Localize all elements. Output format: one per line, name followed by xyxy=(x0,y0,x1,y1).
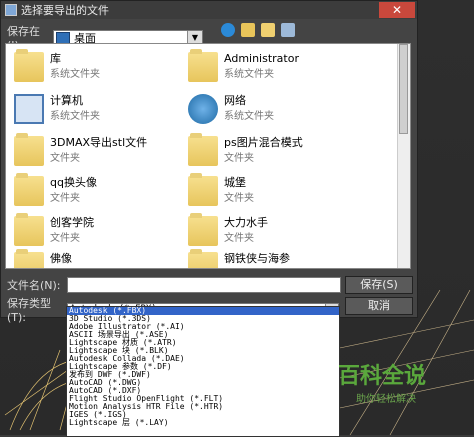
filetype-label: 保存类型(T): xyxy=(7,297,51,324)
list-item[interactable]: 库系统文件夹 xyxy=(14,49,194,84)
list-item[interactable]: 3DMAX导出stl文件 文件夹 xyxy=(14,133,194,168)
item-type: 文件夹 xyxy=(50,233,80,244)
watermark-subtitle: 助你轻松解决 xyxy=(356,394,416,405)
item-name: Administrator xyxy=(224,52,299,65)
item-name: 钢铁侠与海参 xyxy=(224,252,290,265)
save-dialog: 选择要导出的文件 ✕ 保存在(I): 桌面 ▼ 库系统文件夹 Administr… xyxy=(0,0,418,324)
item-type: 系统文件夹 xyxy=(50,111,100,122)
network-icon xyxy=(188,94,218,124)
dialog-toolbar xyxy=(221,23,295,37)
up-folder-icon[interactable] xyxy=(241,23,255,37)
list-item[interactable]: 创客学院 文件夹 xyxy=(14,213,194,248)
item-name: ps图片混合模式 xyxy=(224,136,303,149)
folder-icon xyxy=(188,173,218,206)
watermark-title: 百科全说 xyxy=(338,364,427,389)
filename-row: 文件名(N): xyxy=(7,277,341,293)
item-name: 3DMAX导出stl文件 xyxy=(50,136,148,149)
item-type: 系统文件夹 xyxy=(50,69,100,80)
user-folder-icon xyxy=(188,49,218,82)
item-name: 城堡 xyxy=(224,176,246,189)
folder-icon xyxy=(188,133,218,166)
cancel-button[interactable]: 取消 xyxy=(345,297,413,315)
list-item[interactable]: 网络 系统文件夹 xyxy=(188,94,368,126)
save-button[interactable]: 保存(S) xyxy=(345,276,413,294)
filename-input[interactable] xyxy=(67,277,341,293)
item-type: 系统文件夹 xyxy=(224,69,274,80)
folder-icon xyxy=(188,249,218,268)
item-name: 大力水手 xyxy=(224,216,268,229)
new-folder-icon[interactable] xyxy=(261,23,275,37)
item-type: 系统文件夹 xyxy=(224,111,274,122)
folder-icon xyxy=(14,213,44,246)
app-icon xyxy=(5,4,17,16)
folder-icon xyxy=(14,249,44,268)
back-icon[interactable] xyxy=(221,23,235,37)
list-item[interactable]: 钢铁侠与海参 xyxy=(188,249,368,268)
dialog-titlebar: 选择要导出的文件 xyxy=(1,1,417,19)
watermark: 百科全说 助你轻松解决 xyxy=(338,364,434,405)
item-type: 文件夹 xyxy=(224,193,254,204)
close-button[interactable]: ✕ xyxy=(379,2,415,18)
filetype-options-list[interactable]: Autodesk (*.FBX) 3D Studio (*.3DS) Adobe… xyxy=(66,306,340,437)
item-name: 创客学院 xyxy=(50,216,94,229)
file-list[interactable]: 库系统文件夹 Administrator 系统文件夹 计算机 系统文件夹 网络 系统文… xyxy=(5,43,411,269)
list-item[interactable]: Administrator 系统文件夹 xyxy=(188,49,368,84)
option-item[interactable]: Lightscape 层 (*.LAY) xyxy=(67,419,339,427)
list-item[interactable]: 计算机 系统文件夹 xyxy=(14,94,194,126)
list-item[interactable]: qq换头像文件夹 xyxy=(14,173,194,208)
desktop-icon xyxy=(56,31,70,44)
dialog-title: 选择要导出的文件 xyxy=(21,4,109,17)
list-scrollbar[interactable] xyxy=(397,44,410,268)
item-name: 库 xyxy=(50,52,61,65)
item-type: 文件夹 xyxy=(50,193,80,204)
scrollbar-thumb[interactable] xyxy=(399,44,408,134)
folder-icon xyxy=(14,133,44,166)
filename-label: 文件名(N): xyxy=(7,279,61,292)
list-item[interactable]: 大力水手 文件夹 xyxy=(188,213,368,248)
item-type: 文件夹 xyxy=(50,153,80,164)
computer-icon xyxy=(14,94,44,124)
item-name: 佛像 xyxy=(50,252,72,265)
list-item[interactable]: 佛像 xyxy=(14,249,194,268)
item-type: 文件夹 xyxy=(224,233,254,244)
folder-icon xyxy=(14,173,44,206)
item-name: 计算机 xyxy=(50,94,83,107)
list-item[interactable]: 城堡 文件夹 xyxy=(188,173,368,208)
item-name: qq换头像 xyxy=(50,176,97,189)
folder-icon xyxy=(188,213,218,246)
item-type: 文件夹 xyxy=(224,153,254,164)
list-item[interactable]: ps图片混合模式 文件夹 xyxy=(188,133,368,168)
item-name: 网络 xyxy=(224,94,246,107)
view-menu-icon[interactable] xyxy=(281,23,295,37)
library-folder-icon xyxy=(14,49,44,82)
